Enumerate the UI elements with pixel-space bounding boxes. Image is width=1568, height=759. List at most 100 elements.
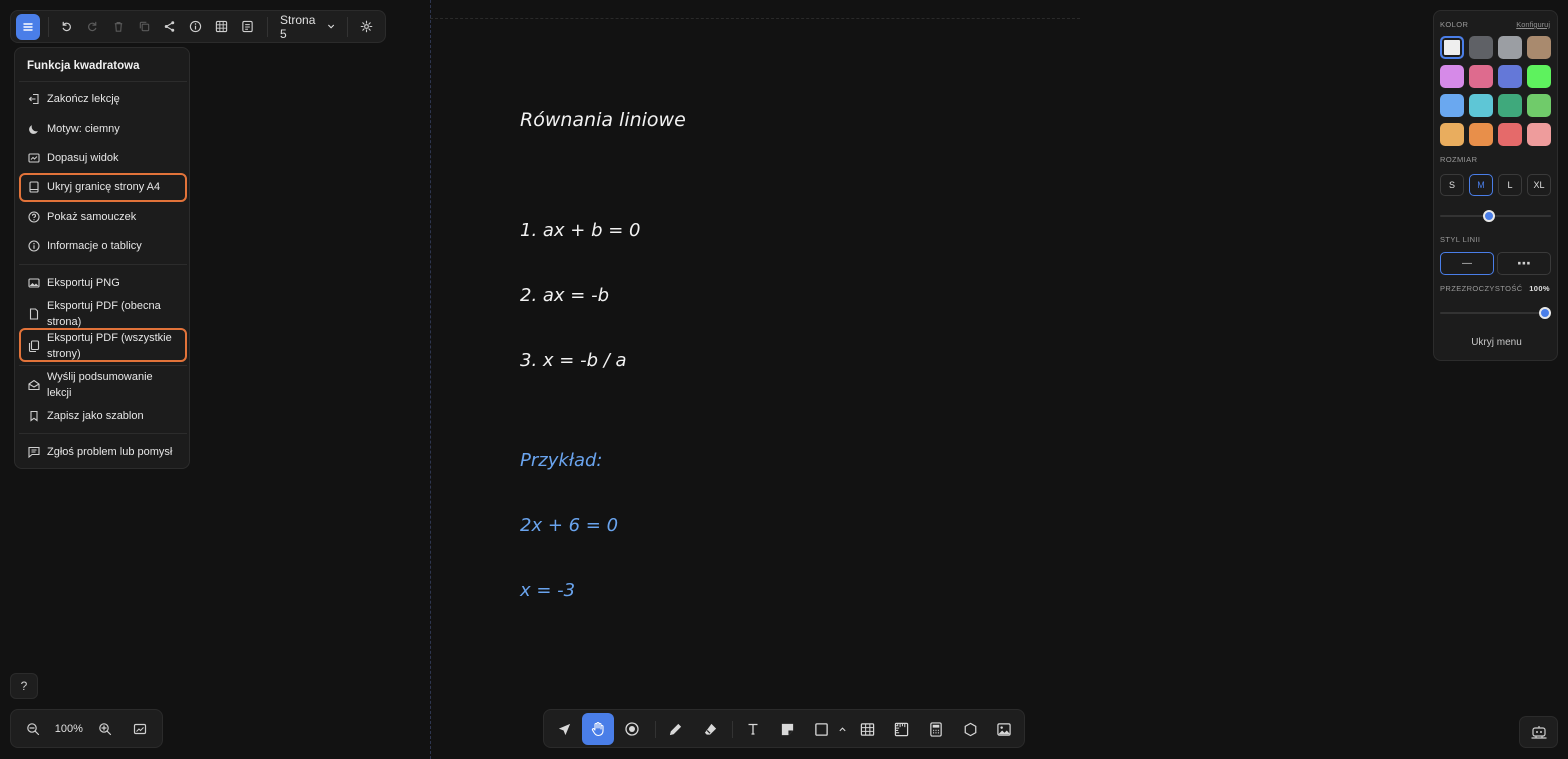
color-swatch[interactable] (1527, 36, 1551, 59)
page-selector[interactable]: Strona 5 (274, 12, 341, 41)
size-xl-button[interactable]: XL (1527, 174, 1551, 196)
menu-item-hide-a4-border[interactable]: Ukryj granicę strony A4 (19, 173, 187, 202)
toolbar-divider (267, 16, 269, 37)
duplicate-button[interactable] (132, 14, 156, 40)
hide-menu-button[interactable]: Ukryj menu (1434, 337, 1559, 348)
size-slider-thumb[interactable] (1482, 210, 1495, 222)
menu-item-send-summary[interactable]: Wyślij podsumowanie lekcji (19, 369, 187, 401)
menu-item-end-lesson[interactable]: Zakończ lekcję (19, 91, 187, 107)
zoom-level[interactable]: 100% (55, 723, 83, 735)
image-icon (27, 275, 41, 291)
canvas-example-label[interactable]: Przykład: (520, 450, 602, 471)
assistant-button[interactable] (1519, 716, 1558, 748)
zoom-out-button[interactable] (20, 716, 46, 742)
color-swatch[interactable] (1440, 65, 1464, 88)
duplicate-icon (139, 21, 149, 32)
color-swatch[interactable] (1498, 94, 1522, 117)
exit-icon (27, 91, 41, 107)
line-style-dotted-button[interactable]: ⋯ (1497, 252, 1551, 275)
ruler-tool[interactable] (885, 713, 917, 745)
page-icon (27, 179, 41, 195)
select-tool[interactable] (548, 713, 580, 745)
laser-tool[interactable] (616, 713, 648, 745)
delete-button[interactable] (106, 14, 130, 40)
color-swatch[interactable] (1527, 65, 1551, 88)
color-swatch[interactable] (1469, 94, 1493, 117)
pencil-icon (669, 723, 681, 735)
page-label: Strona 5 (280, 12, 316, 41)
redo-button[interactable] (81, 14, 105, 40)
menu-item-export-png[interactable]: Eksportuj PNG (19, 275, 187, 291)
configure-link[interactable]: Konfiguruj (1516, 20, 1550, 29)
canvas-example-equation[interactable]: 2x + 6 = 0 (520, 515, 618, 536)
image-tool[interactable] (988, 713, 1020, 745)
color-swatch[interactable] (1469, 36, 1493, 59)
pen-tool[interactable] (659, 713, 691, 745)
mail-icon (27, 377, 41, 393)
size-m-button[interactable]: M (1469, 174, 1493, 196)
color-swatch[interactable] (1469, 65, 1493, 88)
canvas-title[interactable]: Równania liniowe (520, 109, 686, 131)
menu-item-save-template[interactable]: Zapisz jako szablon (19, 408, 187, 424)
help-button[interactable]: ? (10, 673, 38, 699)
menu-item-tutorial[interactable]: Pokaż samouczek (19, 209, 187, 225)
color-swatch[interactable] (1498, 123, 1522, 146)
canvas-example-solution[interactable]: x = -3 (520, 580, 575, 601)
menu-icon (23, 22, 33, 31)
info-icon (27, 238, 41, 254)
zoom-out-icon (26, 722, 39, 735)
line-style-solid-button[interactable]: — (1440, 252, 1494, 275)
table-tool[interactable] (851, 713, 883, 745)
menu-item-fit-view[interactable]: Dopasuj widok (19, 150, 187, 166)
opacity-slider[interactable] (1440, 307, 1551, 319)
text-tool[interactable] (737, 713, 769, 745)
laser-pointer-icon (625, 722, 639, 736)
color-swatch[interactable] (1527, 94, 1551, 117)
menu-item-report[interactable]: Zgłoś problem lub pomysł (19, 444, 187, 460)
menu-item-export-pdf-current[interactable]: Eksportuj PDF (obecna strona) (19, 298, 187, 330)
menu-item-label-wrap: Wyślij podsumowanie lekcji (47, 369, 153, 401)
color-swatch[interactable] (1498, 36, 1522, 59)
color-swatch[interactable] (1527, 123, 1551, 146)
3d-shape-tool[interactable] (954, 713, 986, 745)
grid-button[interactable] (210, 14, 234, 40)
eraser-tool[interactable] (694, 713, 726, 745)
trash-icon (114, 22, 122, 32)
notes-button[interactable] (235, 14, 259, 40)
color-swatch[interactable] (1469, 123, 1493, 146)
info-button[interactable] (184, 14, 208, 40)
canvas-equation-3[interactable]: 3. x = -b / a (520, 350, 627, 371)
menu-divider (19, 81, 187, 82)
size-l-button[interactable]: L (1498, 174, 1522, 196)
menu-item-board-info[interactable]: Informacje o tablicy (19, 238, 187, 254)
info-icon (189, 20, 202, 33)
menu-item-label: Eksportuj PDF (obecna (47, 300, 161, 312)
settings-button[interactable] (354, 14, 378, 40)
a4-page-border-horizontal (430, 18, 1080, 19)
sticky-note-tool[interactable] (771, 713, 803, 745)
menu-item-label: Pokaż samouczek (47, 211, 137, 223)
top-toolbar: Strona 5 (10, 10, 386, 43)
fit-view-icon (27, 150, 41, 166)
canvas-equation-2[interactable]: 2. ax = -b (520, 285, 609, 306)
menu-item-export-pdf-all[interactable]: Eksportuj PDF (wszystkie strony) (19, 328, 187, 362)
canvas-equation-1[interactable]: 1. ax + b = 0 (520, 220, 641, 241)
menu-button[interactable] (16, 13, 40, 40)
calculator-tool[interactable] (920, 713, 952, 745)
share-button[interactable] (158, 14, 182, 40)
menu-item-theme[interactable]: Motyw: ciemny (19, 121, 187, 137)
hand-tool[interactable] (582, 713, 614, 745)
toolbar-divider (347, 16, 349, 37)
color-swatch[interactable] (1440, 36, 1464, 59)
size-s-button[interactable]: S (1440, 174, 1464, 196)
color-swatch[interactable] (1440, 123, 1464, 146)
opacity-slider-thumb[interactable] (1539, 307, 1551, 319)
undo-button[interactable] (55, 14, 79, 40)
opacity-value: 100% (1529, 284, 1550, 293)
color-swatch[interactable] (1498, 65, 1522, 88)
shape-options-toggle[interactable] (833, 713, 851, 745)
zoom-in-button[interactable] (92, 716, 118, 742)
color-swatch[interactable] (1440, 94, 1464, 117)
size-slider[interactable] (1440, 210, 1551, 222)
fit-view-button[interactable] (127, 716, 153, 742)
